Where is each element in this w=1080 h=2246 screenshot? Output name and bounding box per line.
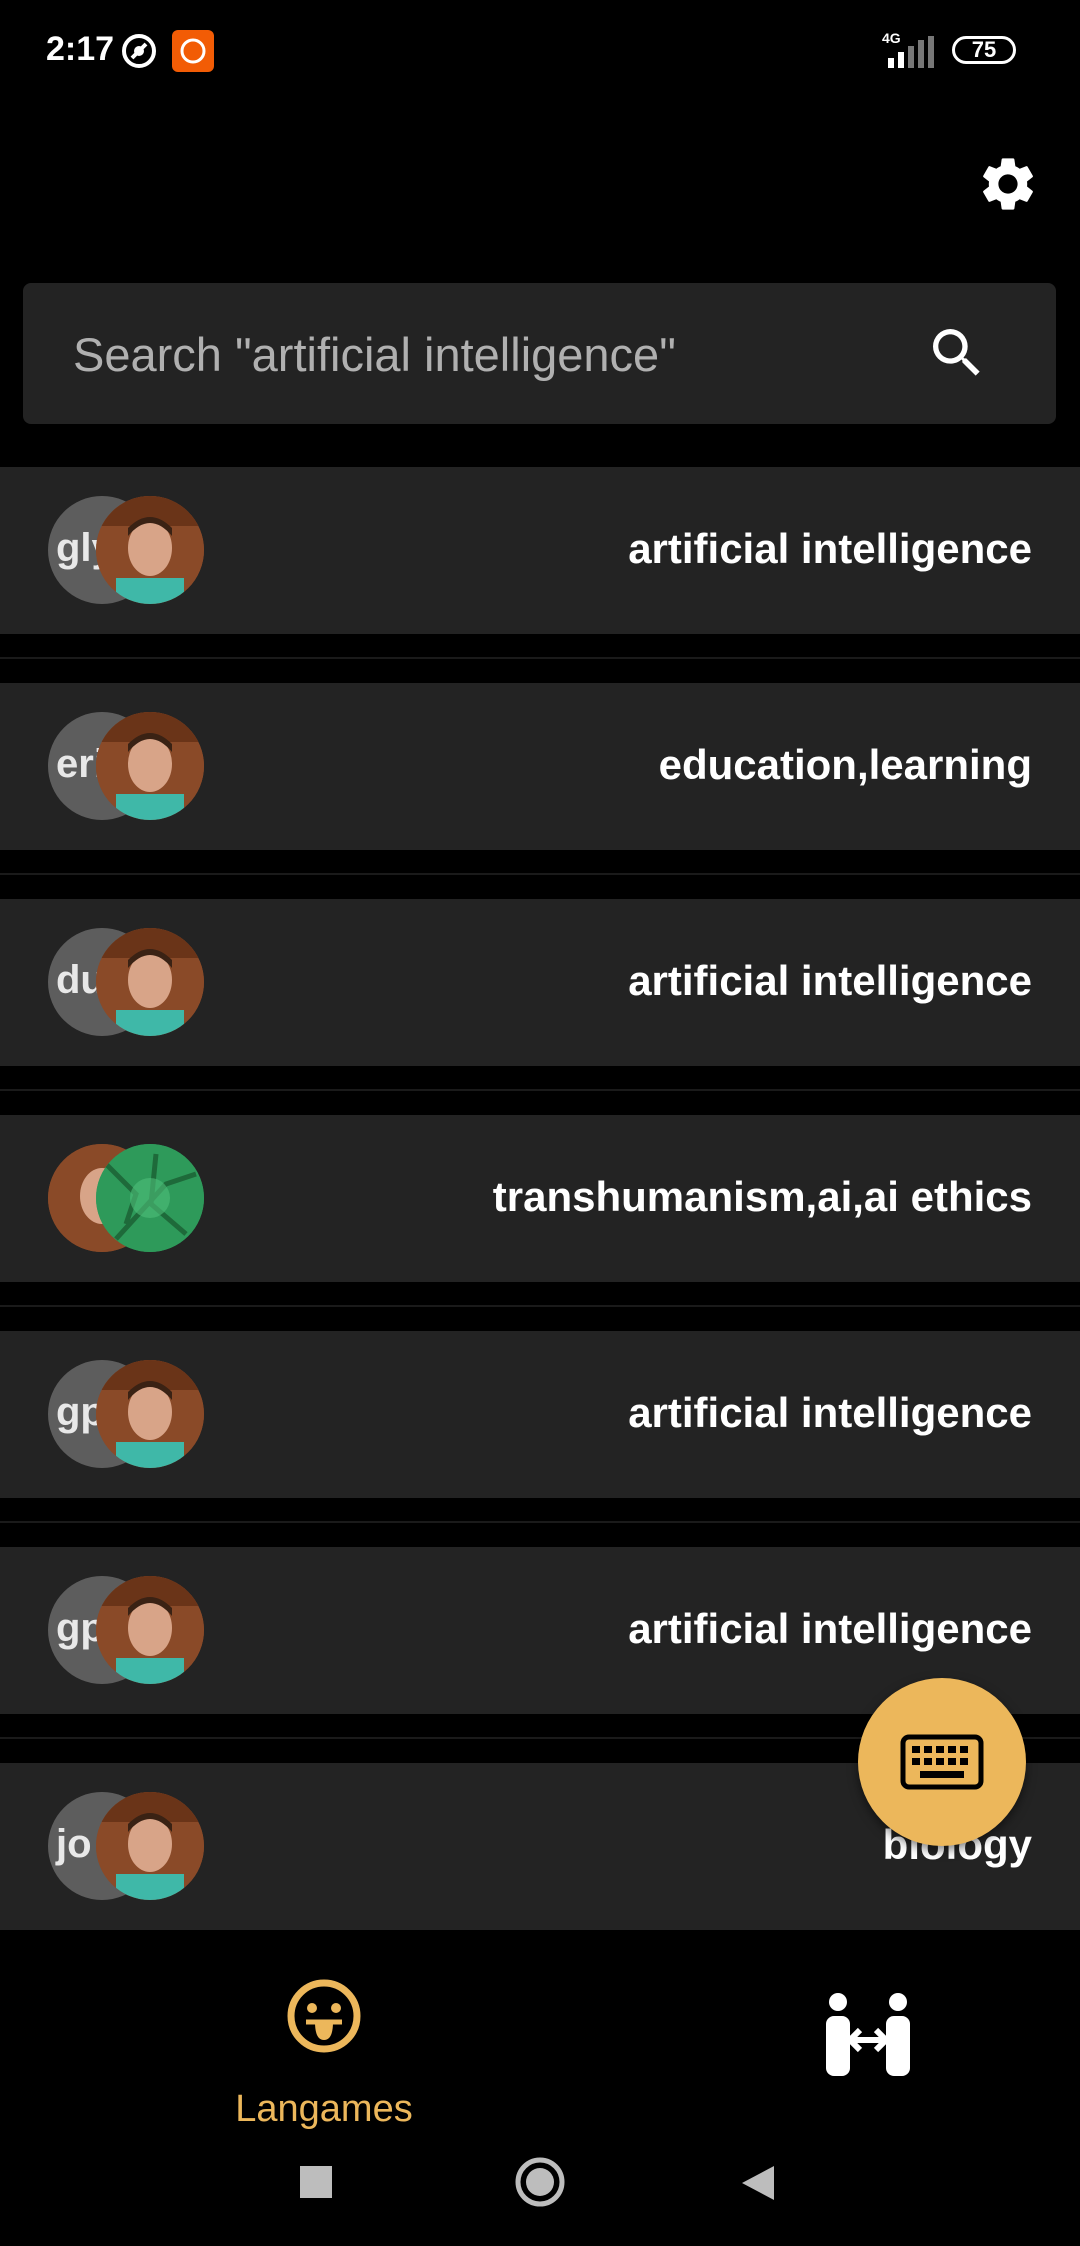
game-card[interactable]: transhumanism,ai,ai ethics xyxy=(0,1115,1080,1282)
settings-button[interactable] xyxy=(972,148,1044,220)
home-button[interactable] xyxy=(514,2156,566,2208)
tab-langames-label: Langames xyxy=(235,2088,413,2130)
status-bar: 2:17 4G 75 xyxy=(0,0,1080,100)
card-divider xyxy=(0,657,1080,659)
person-photo xyxy=(96,496,204,604)
signal-icon xyxy=(888,36,934,68)
game-card[interactable]: eri education,learning xyxy=(0,683,1080,850)
keyboard-fab[interactable] xyxy=(858,1678,1026,1846)
game-tags: education,learning xyxy=(658,741,1032,788)
battery-level: 75 xyxy=(971,37,997,62)
green-photo xyxy=(96,1144,204,1252)
game-card[interactable]: gly artificial intelligence xyxy=(0,467,1080,634)
people-connect-icon xyxy=(826,1993,910,2076)
back-button[interactable] xyxy=(740,2164,776,2202)
recents-button[interactable] xyxy=(298,2164,334,2200)
game-tags: artificial intelligence xyxy=(628,957,1032,1004)
bottom-nav: Langames xyxy=(0,1930,1080,2130)
game-tags: artificial intelligence xyxy=(628,1605,1032,1652)
tab-connect[interactable] xyxy=(818,1990,918,2080)
game-tags: artificial intelligence xyxy=(628,1389,1032,1436)
person-photo xyxy=(96,1576,204,1684)
person-photo xyxy=(96,712,204,820)
host-initials: jo xyxy=(56,1822,92,1866)
sync-circle-icon xyxy=(122,34,156,68)
tongue-face-icon xyxy=(287,1979,361,2053)
person-photo xyxy=(96,1360,204,1468)
tab-langames[interactable]: Langames xyxy=(214,1978,434,2130)
person-photo xyxy=(96,928,204,1036)
game-tags: artificial intelligence xyxy=(628,525,1032,572)
game-tags: transhumanism,ai,ai ethics xyxy=(492,1173,1032,1220)
search-input[interactable]: Search "artificial intelligence" xyxy=(73,327,676,382)
keyboard-icon xyxy=(900,1734,984,1790)
status-time: 2:17 xyxy=(46,30,115,68)
mi-app-icon xyxy=(172,30,214,72)
card-divider xyxy=(0,873,1080,875)
search-icon[interactable] xyxy=(925,321,989,385)
game-card[interactable]: du artificial intelligence xyxy=(0,899,1080,1066)
system-nav-bar xyxy=(0,2130,1080,2246)
card-divider xyxy=(0,1089,1080,1091)
battery-icon: 75 xyxy=(952,36,1016,64)
game-card[interactable]: gp artificial intelligence xyxy=(0,1331,1080,1498)
gear-icon xyxy=(983,158,1033,210)
card-divider xyxy=(0,1521,1080,1523)
card-divider xyxy=(0,1305,1080,1307)
person-photo xyxy=(96,1792,204,1900)
search-bar[interactable]: Search "artificial intelligence" xyxy=(23,283,1056,424)
